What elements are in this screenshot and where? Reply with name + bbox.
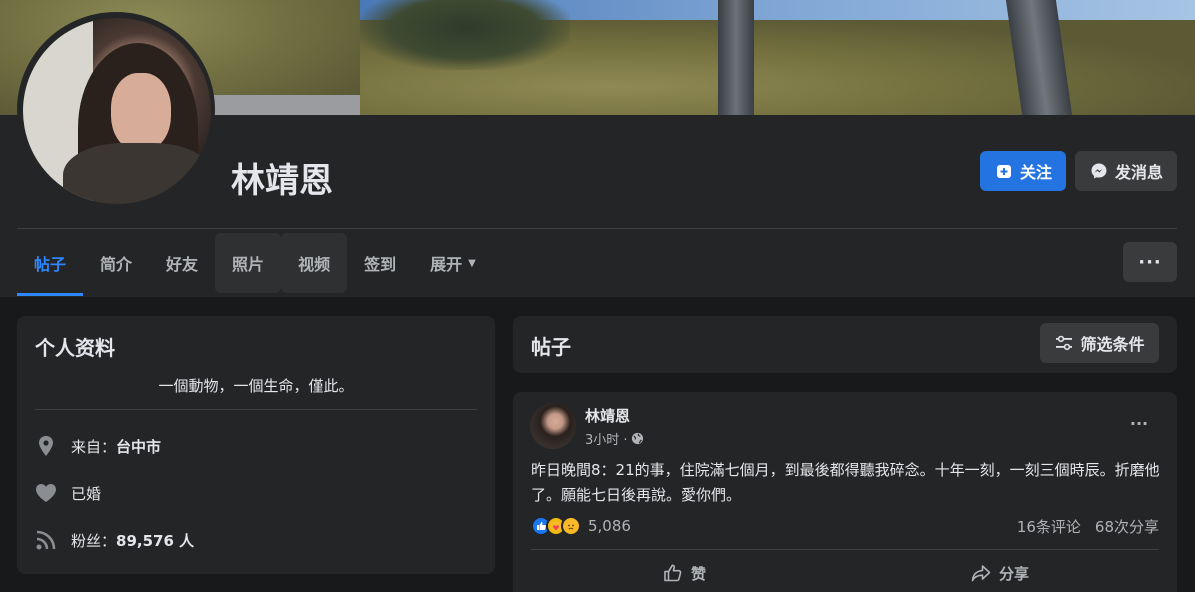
share-arrow-icon [971, 563, 991, 583]
filter-button[interactable]: 筛选条件 [1040, 323, 1159, 363]
intro-card: 个人资料 一個動物，一個生命，僅此。 来自： 台中市 已婚 粉丝： 89,576… [17, 316, 495, 574]
shares-count[interactable]: 68次分享 [1095, 516, 1159, 537]
post-author-name[interactable]: 林靖恩 [585, 405, 630, 426]
post-text: 昨日晚間8：21的事，住院滿七個月，到最後都得聽我碎念。十年一刻，一刻三個時辰。… [531, 461, 1160, 504]
intro-divider [35, 409, 477, 410]
like-button[interactable]: 赞 [663, 558, 706, 588]
post-stats: 16条评论 68次分享 [1017, 516, 1159, 537]
post-meta: 3小时 · [585, 429, 645, 448]
tab-photos[interactable]: 照片 [215, 233, 282, 293]
post-options-button[interactable]: ··· [1119, 408, 1159, 438]
comments-count[interactable]: 16条评论 [1017, 516, 1081, 537]
header-divider [17, 228, 1177, 229]
tab-more[interactable]: 展开 ▼ [413, 233, 493, 293]
posts-header-card: 帖子 筛选条件 [513, 316, 1177, 373]
info-location: 来自： 台中市 [35, 433, 161, 459]
reaction-count: 5,086 [588, 517, 631, 535]
globe-icon [631, 432, 645, 446]
location-pin-icon [35, 435, 57, 457]
share-button[interactable]: 分享 [971, 558, 1029, 588]
header-more-button[interactable]: ··· [1123, 242, 1177, 282]
intro-title: 个人资料 [35, 336, 115, 360]
post-divider [531, 549, 1159, 550]
message-button[interactable]: 发消息 [1075, 151, 1177, 191]
filter-icon [1054, 333, 1074, 353]
add-friend-icon [994, 161, 1014, 181]
tab-friends[interactable]: 好友 [149, 233, 215, 293]
post-card: 林靖恩 3小时 · ··· 昨日晚間8：21的事，住院滿七個月，到最後都得聽我碎… [513, 392, 1177, 592]
intro-bio: 一個動物，一個生命，僅此。 [158, 377, 354, 395]
profile-avatar[interactable] [23, 18, 211, 204]
info-relationship: 已婚 [35, 480, 101, 506]
profile-tabs: 帖子 简介 好友 照片 视频 签到 展开 ▼ [17, 233, 493, 296]
followers-link[interactable]: 89,576 人 [116, 530, 194, 551]
location-link[interactable]: 台中市 [116, 436, 161, 457]
caret-down-icon: ▼ [468, 257, 476, 269]
reaction-summary[interactable]: 5,086 [531, 514, 631, 538]
rss-icon [35, 529, 57, 551]
messenger-icon [1089, 161, 1109, 181]
profile-name: 林靖恩 [231, 161, 333, 201]
posts-title: 帖子 [531, 335, 571, 359]
post-author-avatar[interactable] [530, 403, 576, 449]
tab-checkins[interactable]: 签到 [347, 233, 413, 293]
follow-button[interactable]: 关注 [980, 151, 1066, 191]
tab-posts[interactable]: 帖子 [17, 233, 84, 296]
post-timestamp[interactable]: 3小时 · [585, 429, 628, 448]
thumbs-up-icon [663, 563, 683, 583]
info-followers: 粉丝： 89,576 人 [35, 527, 194, 553]
heart-icon [35, 482, 57, 504]
tab-about[interactable]: 简介 [83, 233, 149, 293]
tab-videos[interactable]: 视频 [281, 233, 348, 293]
sad-reaction-icon [561, 516, 581, 536]
profile-header: 林靖恩 关注 发消息 帖子 简介 好友 照片 视频 签到 展开 ▼ ··· [0, 12, 1195, 297]
